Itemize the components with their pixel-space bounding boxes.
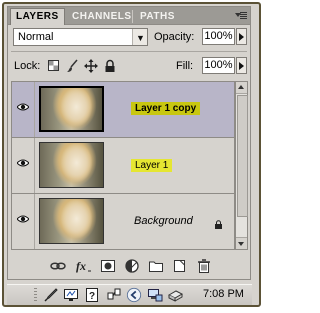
layer-style-fx-icon[interactable]: fx	[76, 258, 92, 274]
new-group-folder-icon[interactable]	[148, 258, 164, 274]
link-layers-icon[interactable]	[50, 258, 66, 274]
tab-channels[interactable]: CHANNELS	[67, 9, 137, 24]
layers-list: Layer 1 copy Layer 1 Background	[11, 81, 235, 250]
layer-row-layer-1[interactable]: Layer 1	[12, 138, 234, 194]
display-settings-tray-icon[interactable]	[63, 287, 79, 303]
scrollbar-thumb[interactable]	[237, 95, 248, 217]
layer-row-layer-1-copy[interactable]: Layer 1 copy	[12, 82, 234, 138]
scroll-up-button[interactable]	[236, 82, 247, 94]
taskbar-grip[interactable]	[34, 288, 37, 302]
lock-image-pixels-brush-icon[interactable]	[66, 59, 80, 73]
new-layer-icon[interactable]	[172, 258, 188, 274]
network-tray-icon[interactable]	[106, 287, 122, 303]
blend-mode-value: Normal	[18, 31, 54, 43]
taskbar-clock: 7:08 PM	[203, 288, 244, 300]
opacity-input[interactable]: 100%	[202, 28, 235, 45]
visibility-toggle[interactable]	[12, 194, 35, 249]
blend-dropdown-button[interactable]: ▼	[132, 29, 147, 45]
layer-thumbnail[interactable]	[39, 86, 104, 132]
fill-slider-button[interactable]	[236, 57, 247, 74]
layer-row-background[interactable]: Background	[12, 194, 234, 249]
visibility-toggle[interactable]	[12, 82, 35, 137]
layer-thumbnail[interactable]	[39, 198, 104, 244]
layer-name[interactable]: Layer 1	[131, 159, 173, 172]
chevron-down-icon: ▼	[136, 33, 145, 43]
layer-locked-padlock-icon	[215, 220, 222, 229]
layer-name[interactable]: Background	[134, 215, 193, 227]
layers-palette: LAYERS CHANNELS PATHS Normal ▼ Opacity: …	[7, 6, 251, 280]
eye-icon	[17, 215, 29, 223]
layer-name[interactable]: Layer 1 copy	[131, 102, 201, 115]
layers-toolbar: fx	[8, 253, 250, 279]
triangle-right-icon	[239, 62, 244, 70]
lock-label: Lock:	[14, 60, 41, 72]
adjustment-layer-icon[interactable]	[124, 258, 140, 274]
svg-text:?: ?	[89, 291, 95, 302]
menu-lines-icon	[240, 12, 247, 19]
lock-all-padlock-icon[interactable]	[103, 59, 117, 73]
divider	[11, 51, 247, 52]
visibility-toggle[interactable]	[12, 138, 35, 193]
blend-mode-select[interactable]: Normal ▼	[13, 28, 148, 46]
lock-position-move-icon[interactable]	[84, 59, 98, 73]
trash-delete-layer-icon[interactable]	[196, 258, 212, 274]
lock-transparent-pixels-icon[interactable]	[47, 59, 61, 73]
scroll-down-button[interactable]	[236, 237, 247, 249]
arrow-up-icon	[238, 85, 244, 89]
tab-paths[interactable]: PATHS	[135, 9, 180, 24]
opacity-label: Opacity:	[154, 31, 195, 43]
add-layer-mask-icon[interactable]	[100, 258, 116, 274]
tab-divider	[132, 10, 133, 23]
tab-layers[interactable]: LAYERS	[10, 8, 65, 25]
layer-thumbnail[interactable]	[39, 142, 104, 188]
eye-icon	[17, 159, 29, 167]
back-arrow-circle-icon[interactable]	[126, 287, 142, 303]
fill-input[interactable]: 100%	[202, 57, 235, 74]
computer-tray-icon[interactable]	[147, 287, 163, 303]
palette-menu-button[interactable]	[233, 10, 247, 21]
arrow-down-icon	[238, 242, 244, 246]
help-question-tray-icon[interactable]: ?	[84, 287, 100, 303]
opacity-slider-button[interactable]	[236, 28, 247, 45]
taskbar-tray: ? 7:08 PM	[7, 284, 252, 305]
printer-tray-icon[interactable]	[167, 287, 183, 303]
tab-bar: LAYERS CHANNELS PATHS	[8, 7, 250, 25]
fill-label: Fill:	[176, 60, 194, 72]
layers-scrollbar[interactable]	[235, 81, 248, 250]
eyedropper-tray-icon[interactable]	[43, 287, 59, 303]
triangle-right-icon	[239, 33, 244, 41]
svg-text:fx: fx	[76, 259, 86, 273]
eye-icon	[17, 103, 29, 111]
